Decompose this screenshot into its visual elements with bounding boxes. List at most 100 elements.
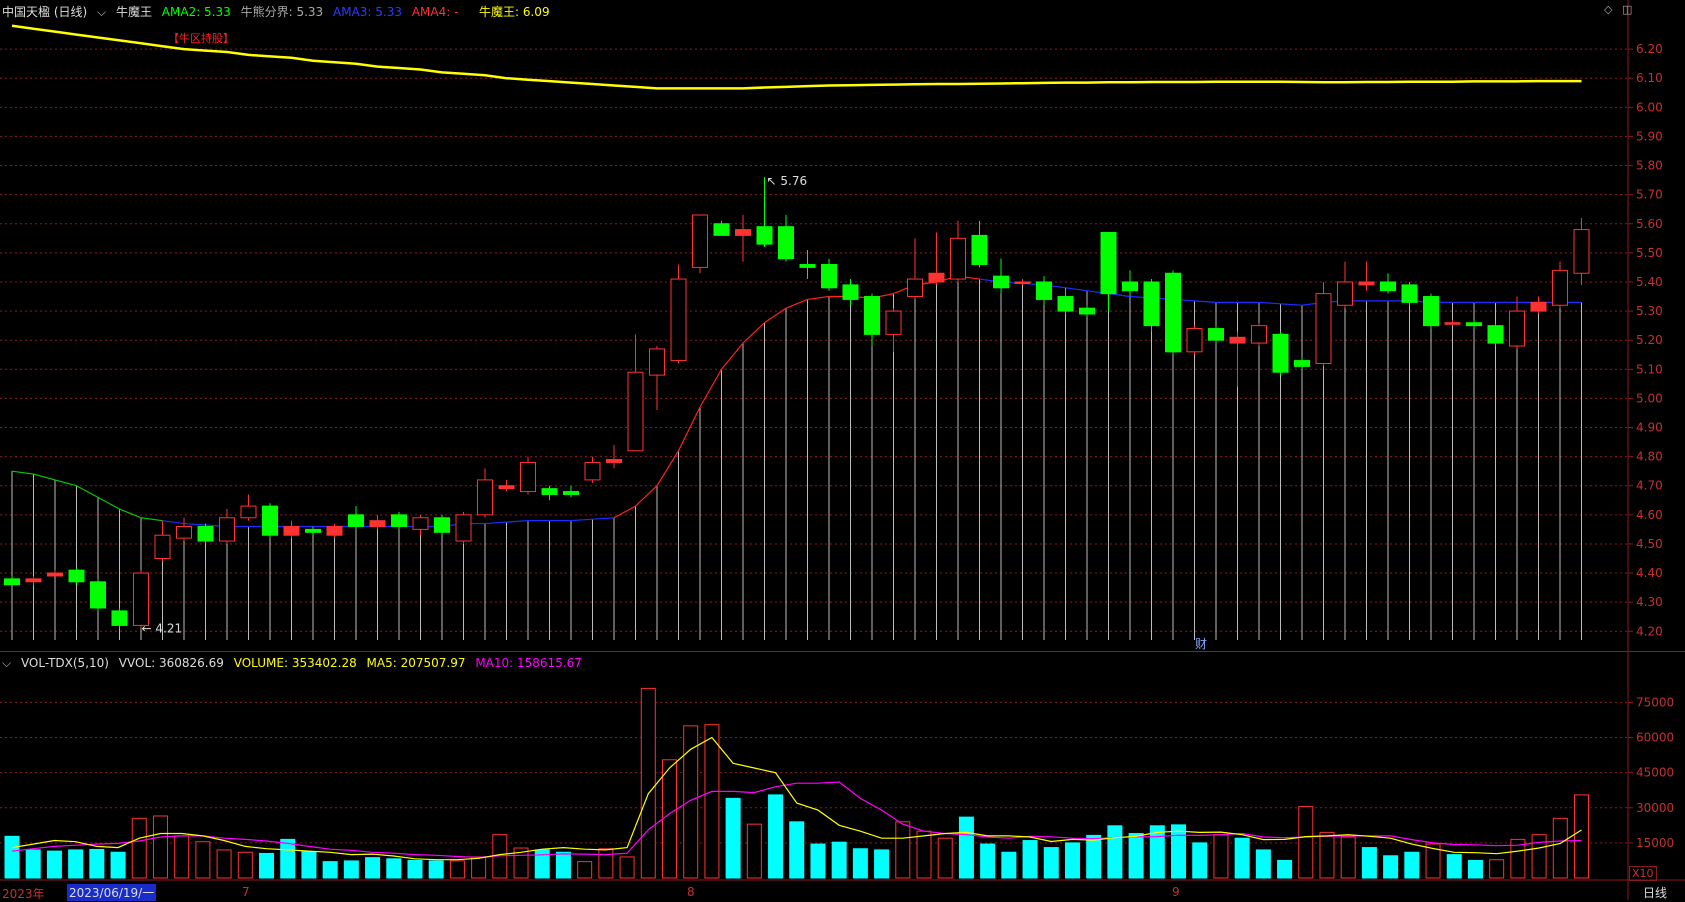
indicator-name[interactable]: 牛魔王 — [116, 5, 152, 19]
candle-body — [821, 264, 837, 289]
volume-bar — [1107, 825, 1123, 879]
price-tick-label: 4.50 — [1636, 537, 1663, 551]
price-tick-label: 5.70 — [1636, 188, 1663, 202]
candle-body — [1057, 296, 1074, 312]
volume-bar — [280, 838, 296, 879]
price-tick-label: 4.40 — [1636, 566, 1663, 580]
volume-bar — [1255, 849, 1271, 879]
candle-body — [305, 528, 321, 533]
volume-bar — [1319, 831, 1335, 879]
ama-line-segment — [570, 518, 593, 522]
diamond-icon[interactable]: ◇ — [1604, 3, 1612, 16]
candle-body — [584, 461, 601, 481]
ama2-value: AMA2: 5.33 — [161, 5, 231, 19]
volume-bar — [259, 852, 275, 879]
volume-value: VOLUME: 353402.28 — [233, 656, 357, 670]
candle-body — [1552, 269, 1568, 306]
volume-bar — [1128, 833, 1144, 879]
ama-line-segment — [119, 508, 142, 519]
candle-body — [154, 534, 171, 559]
volume-bar — [152, 815, 168, 879]
candle-body — [1423, 296, 1439, 327]
ama-line-segment — [721, 342, 744, 370]
candle-body — [262, 505, 278, 536]
candle-body — [4, 578, 20, 586]
price-tick-label: 5.80 — [1636, 159, 1663, 173]
candle-body — [1530, 301, 1547, 312]
month-7: 7 — [242, 885, 250, 899]
ama-line-segment — [97, 496, 120, 510]
volume-bar — [895, 821, 911, 879]
kline-chart-window[interactable]: 4.20 4.30 4.40 4.50 4.60 4.70 4.80 4.90 5.00 5.10… — [0, 0, 1685, 901]
chart-canvas[interactable]: 4.20 4.30 4.40 4.50 4.60 4.70 4.80 4.90 5.00 5.10… — [0, 0, 1685, 900]
ama-line-segment — [54, 479, 77, 487]
price-tick-label: 5.40 — [1636, 275, 1663, 289]
candle-body — [1444, 322, 1461, 325]
volume-bar — [1404, 851, 1420, 879]
bull-zone-label: 【牛区持股】 — [168, 32, 234, 45]
volume-bar — [1574, 794, 1589, 879]
volume-bar — [746, 823, 762, 879]
price-tick-label: 4.70 — [1636, 479, 1663, 493]
volume-bar — [1489, 859, 1505, 879]
price-tick-label: 5.20 — [1636, 333, 1663, 347]
candle-body — [240, 505, 257, 519]
volume-bar — [68, 849, 84, 879]
window-toggle-icon[interactable]: ◫ — [1622, 3, 1632, 16]
panel-divider[interactable] — [0, 651, 1685, 652]
candle-body — [541, 488, 558, 495]
candle-body — [455, 514, 472, 542]
candle-body — [1100, 231, 1117, 295]
volume-bar — [1001, 851, 1017, 879]
ama-line-segment — [807, 295, 830, 301]
volume-bar — [1022, 840, 1038, 879]
candle-body — [1014, 281, 1031, 284]
volume-bar — [1234, 837, 1250, 879]
volume-bar — [343, 860, 359, 879]
ama-line-segment — [506, 520, 529, 523]
vol-indicator-name[interactable]: VOL-TDX(5,10) — [21, 656, 109, 670]
period-label[interactable]: 日线 — [1643, 884, 1667, 901]
price-tick-label: 5.00 — [1636, 391, 1663, 405]
ama-line-segment — [677, 406, 701, 452]
ama-line-segment — [699, 368, 723, 408]
volume-bar — [428, 860, 444, 879]
price-tick-label: 6.00 — [1636, 100, 1663, 114]
candle-body — [885, 310, 902, 335]
candle-body — [864, 296, 880, 335]
volume-bar — [1361, 847, 1377, 879]
price-tick-label: 4.30 — [1636, 595, 1663, 609]
volume-bar — [1043, 847, 1059, 879]
ama-line-segment — [1065, 287, 1088, 292]
candle-body — [434, 517, 450, 533]
volume-bar — [322, 861, 338, 879]
volume-bar — [131, 817, 147, 879]
vol-dropdown-icon[interactable]: ⌵ — [2, 656, 11, 670]
price-tick-label: 5.60 — [1636, 217, 1663, 231]
candle-body — [971, 234, 988, 266]
indicator-dropdown-icon[interactable]: ⌵ — [97, 5, 106, 19]
candle-body — [391, 514, 407, 527]
volume-bar — [831, 841, 847, 879]
candle-body — [477, 479, 493, 516]
volume-bar — [852, 848, 868, 879]
candle-body — [735, 229, 751, 236]
candle-body — [283, 525, 300, 536]
candle-body — [111, 610, 128, 626]
candle-body — [1380, 281, 1396, 292]
candle-body — [606, 459, 622, 463]
ama-line-segment — [183, 522, 206, 526]
candle-body — [326, 525, 343, 536]
volume-bar — [1064, 842, 1080, 879]
main-chart-header: 中国天楹 (日线) ⌵ 牛魔王 AMA2: 5.33 牛熊分界: 5.33 AM… — [2, 3, 464, 20]
volume-bar — [1192, 842, 1208, 879]
candle-body — [1208, 328, 1224, 341]
volume-tick-label: 75000 — [1636, 695, 1674, 709]
volume-bar — [1552, 817, 1568, 879]
candle-body — [1487, 325, 1504, 344]
volume-bar — [1171, 824, 1187, 879]
volume-bar — [1086, 834, 1102, 879]
volume-unit: X10 — [1629, 866, 1657, 881]
stock-title[interactable]: 中国天楹 (日线) — [2, 5, 87, 19]
vvol-value: VVOL: 360826.69 — [118, 656, 224, 670]
